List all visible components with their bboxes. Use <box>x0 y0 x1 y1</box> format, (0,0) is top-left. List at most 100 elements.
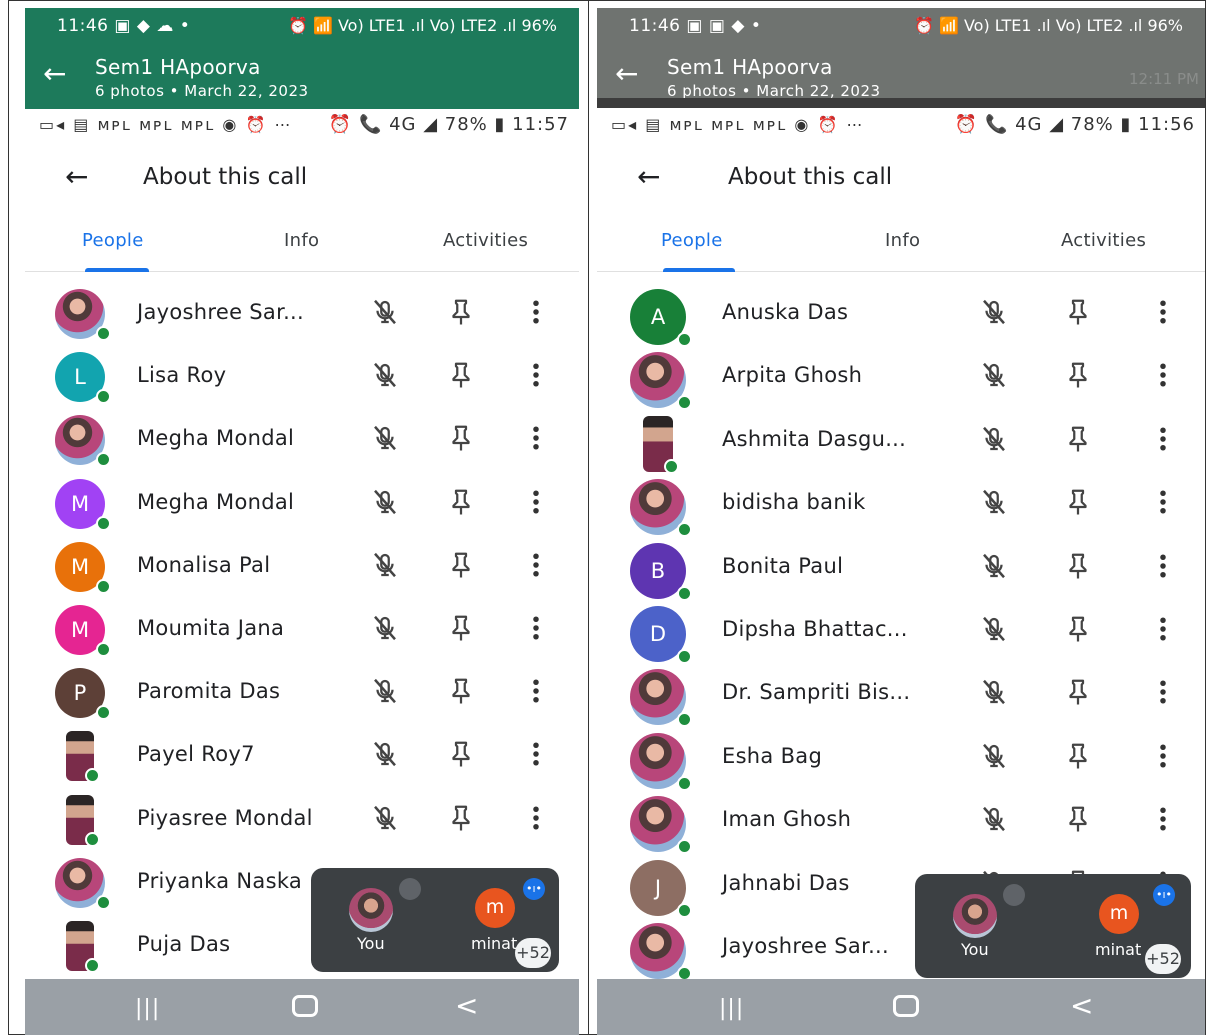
more-options-icon[interactable] <box>1148 551 1178 581</box>
speaking-icon: •ı• <box>523 878 545 900</box>
tab-info[interactable]: Info <box>885 230 920 251</box>
home-icon[interactable] <box>893 995 919 1017</box>
participant-row[interactable]: Iman Ghosh <box>597 790 1205 854</box>
pin-icon[interactable] <box>446 550 476 580</box>
mic-off-icon <box>399 878 421 900</box>
mic-off-icon[interactable] <box>979 804 1009 834</box>
mic-off-icon[interactable] <box>370 676 400 706</box>
more-options-icon[interactable] <box>1148 360 1178 390</box>
recents-icon[interactable]: ||| <box>719 996 744 1021</box>
participant-row[interactable]: Dr. Sampriti Bis... <box>597 663 1205 727</box>
pin-icon[interactable] <box>1063 614 1093 644</box>
more-options-icon[interactable] <box>521 739 551 769</box>
mic-off-icon[interactable] <box>979 677 1009 707</box>
tab-activities[interactable]: Activities <box>1061 230 1146 251</box>
more-options-icon[interactable] <box>1148 487 1178 517</box>
panel-divider <box>588 0 589 1035</box>
back-arrow-icon[interactable]: ← <box>637 160 660 193</box>
more-options-icon[interactable] <box>521 297 551 327</box>
back-arrow-icon[interactable]: ← <box>43 60 66 88</box>
avatar <box>66 795 100 847</box>
mic-off-icon[interactable] <box>979 551 1009 581</box>
pin-icon[interactable] <box>446 613 476 643</box>
mic-off-icon[interactable] <box>370 613 400 643</box>
pin-icon[interactable] <box>1063 741 1093 771</box>
pin-icon[interactable] <box>446 739 476 769</box>
recents-icon[interactable]: ||| <box>135 996 160 1021</box>
more-options-icon[interactable] <box>1148 424 1178 454</box>
pin-icon[interactable] <box>1063 424 1093 454</box>
mic-off-icon[interactable] <box>370 423 400 453</box>
tab-people[interactable]: People <box>82 230 144 251</box>
mic-off-icon[interactable] <box>370 739 400 769</box>
participant-row[interactable]: M Monalisa Pal <box>25 536 579 599</box>
online-status-dot <box>677 839 692 854</box>
participant-row[interactable]: D Dipsha Bhattac... <box>597 600 1205 664</box>
more-options-icon[interactable] <box>521 423 551 453</box>
participant-row[interactable]: A Anuska Das <box>597 283 1205 347</box>
participant-row[interactable]: M Megha Mondal <box>25 473 579 536</box>
participant-row[interactable]: Payel Roy7 <box>25 725 579 788</box>
participant-row[interactable]: Esha Bag <box>597 727 1205 791</box>
pin-icon[interactable] <box>1063 804 1093 834</box>
back-arrow-icon[interactable]: ← <box>65 160 88 193</box>
online-status-dot <box>96 389 111 404</box>
pin-icon[interactable] <box>446 676 476 706</box>
mic-off-icon[interactable] <box>370 487 400 517</box>
more-options-icon[interactable] <box>521 676 551 706</box>
pin-icon[interactable] <box>1063 297 1093 327</box>
mic-off-icon[interactable] <box>370 550 400 580</box>
pin-icon[interactable] <box>446 803 476 833</box>
pin-icon[interactable] <box>446 360 476 390</box>
more-options-icon[interactable] <box>521 550 551 580</box>
participant-row[interactable]: L Lisa Roy <box>25 346 579 409</box>
more-options-icon[interactable] <box>1148 741 1178 771</box>
participant-count-badge: +52 <box>1145 944 1181 974</box>
participant-row[interactable]: P Paromita Das <box>25 662 579 725</box>
more-options-icon[interactable] <box>1148 804 1178 834</box>
participant-row[interactable]: Piyasree Mondal <box>25 789 579 852</box>
more-options-icon[interactable] <box>521 360 551 390</box>
nav-back-icon[interactable]: < <box>1070 989 1093 1022</box>
self-view-tile[interactable]: You m •ı• minat +52 <box>311 868 559 972</box>
more-options-icon[interactable] <box>1148 677 1178 707</box>
pin-icon[interactable] <box>446 297 476 327</box>
participant-row[interactable]: Jayoshree Sar... <box>25 283 579 346</box>
pin-icon[interactable] <box>1063 487 1093 517</box>
status-icons: ▭◂ ▤ ᴍᴘʟ ᴍᴘʟ ᴍᴘʟ ◉ ⏰ ⋯ <box>611 115 865 134</box>
participant-row[interactable]: Ashmita Dasgu... <box>597 410 1205 474</box>
mic-off-icon[interactable] <box>979 360 1009 390</box>
self-view-tile[interactable]: You m •ı• minat +52 <box>915 874 1191 978</box>
participant-row[interactable]: bidisha banik <box>597 473 1205 537</box>
mic-off-icon[interactable] <box>979 741 1009 771</box>
tab-info[interactable]: Info <box>284 230 319 251</box>
participant-row[interactable]: M Moumita Jana <box>25 599 579 662</box>
more-options-icon[interactable] <box>521 803 551 833</box>
mic-off-icon[interactable] <box>979 614 1009 644</box>
pin-icon[interactable] <box>446 487 476 517</box>
pin-icon[interactable] <box>1063 677 1093 707</box>
mic-off-icon[interactable] <box>370 360 400 390</box>
more-options-icon[interactable] <box>1148 297 1178 327</box>
tab-activities[interactable]: Activities <box>443 230 528 251</box>
participant-label: minat <box>1095 940 1142 959</box>
mic-off-icon[interactable] <box>979 424 1009 454</box>
pin-icon[interactable] <box>1063 360 1093 390</box>
mic-off-icon[interactable] <box>979 297 1009 327</box>
mic-off-icon[interactable] <box>979 487 1009 517</box>
participant-name: Arpita Ghosh <box>722 363 863 387</box>
more-options-icon[interactable] <box>521 487 551 517</box>
back-arrow-icon[interactable]: ← <box>615 60 638 88</box>
mic-off-icon[interactable] <box>370 803 400 833</box>
tab-people[interactable]: People <box>661 230 723 251</box>
nav-back-icon[interactable]: < <box>455 989 478 1022</box>
more-options-icon[interactable] <box>1148 614 1178 644</box>
pin-icon[interactable] <box>446 423 476 453</box>
more-options-icon[interactable] <box>521 613 551 643</box>
participant-row[interactable]: Megha Mondal <box>25 409 579 472</box>
participant-row[interactable]: B Bonita Paul <box>597 537 1205 601</box>
mic-off-icon[interactable] <box>370 297 400 327</box>
home-icon[interactable] <box>292 995 318 1017</box>
participant-row[interactable]: Arpita Ghosh <box>597 346 1205 410</box>
pin-icon[interactable] <box>1063 551 1093 581</box>
